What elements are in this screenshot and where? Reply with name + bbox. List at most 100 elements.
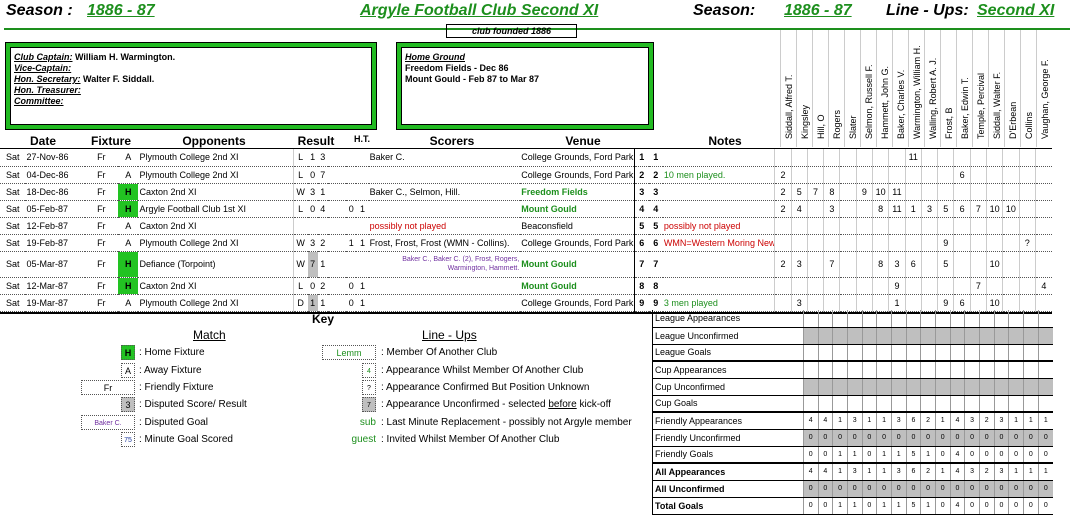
stats-value <box>949 310 965 328</box>
stats-label: League Appearances <box>653 310 804 328</box>
stats-value: 0 <box>832 480 848 498</box>
appearance-cell <box>1034 166 1052 184</box>
season-value-2: 1886 - 87 <box>784 2 852 19</box>
stats-value <box>876 327 892 345</box>
fixture-n2: 2 <box>648 166 663 184</box>
appearance-cell <box>872 294 889 312</box>
stats-value: 0 <box>964 497 980 515</box>
fixture-ha: A <box>118 294 139 312</box>
stats-value: 0 <box>993 480 1009 498</box>
fixture-res: L <box>292 149 308 167</box>
stats-value <box>949 378 965 396</box>
fixture-note <box>662 149 775 167</box>
fixture-ht1 <box>346 251 357 278</box>
stats-value <box>876 344 892 362</box>
stats-value <box>1037 395 1053 413</box>
season-label-2: Season: <box>693 2 756 19</box>
stats-value: 0 <box>905 480 921 498</box>
fixture-a: 4 <box>317 200 328 218</box>
appearance-cell <box>920 294 938 312</box>
fixture-fix: Fr <box>84 166 119 184</box>
fixture-ht1: 0 <box>346 294 357 312</box>
stats-value: 4 <box>802 463 819 481</box>
appearance-cell <box>839 149 857 167</box>
appearance-cell: 11 <box>888 183 906 201</box>
fixture-f: 3 <box>307 234 318 252</box>
appearance-cell <box>1018 149 1036 167</box>
appearance-cell: 10 <box>986 251 1003 278</box>
fixture-f: 0 <box>307 200 318 218</box>
key-sub-symbol: sub <box>359 417 376 428</box>
fixture-spacer <box>327 217 347 235</box>
appearance-cell <box>806 217 824 235</box>
appearance-cell <box>839 277 857 295</box>
stats-value <box>964 344 980 362</box>
appearance-cell <box>806 149 824 167</box>
stats-value <box>832 361 848 379</box>
appearance-cell <box>790 149 808 167</box>
player-name: Frost, B <box>944 107 954 139</box>
fixture-fix: Fr <box>84 277 119 295</box>
stats-value: 0 <box>920 480 936 498</box>
stats-value: 3 <box>964 463 980 481</box>
stats-value: 0 <box>978 497 995 515</box>
stats-value <box>817 361 833 379</box>
fixture-row: Sat 12-Mar-87 Fr H Caxton 2nd XI L 0 2 0 1 Mount G… <box>0 277 1052 295</box>
stats-label: League Goals <box>653 344 804 362</box>
appearance-cell <box>1034 149 1052 167</box>
fixture-date: 12-Mar-87 <box>25 277 85 295</box>
fixture-date: 04-Dec-86 <box>25 166 85 184</box>
appearance-cell <box>986 217 1003 235</box>
appearance-cell: 8 <box>823 183 840 201</box>
stats-value <box>890 310 907 328</box>
player-name-cell: Temple, Percival <box>972 30 988 147</box>
appearance-cell <box>1034 217 1052 235</box>
player-name: Siddall, Walter F. <box>992 71 1002 139</box>
appearance-cell <box>1034 183 1052 201</box>
appearance-cell <box>774 217 792 235</box>
key-seven-symbol: 7 <box>362 397 376 412</box>
appearance-cell: 3 <box>823 200 840 218</box>
appearance-cell: 3 <box>920 200 938 218</box>
appearance-cell <box>1034 200 1052 218</box>
appearance-cell <box>855 166 873 184</box>
appearance-cell <box>1018 277 1036 295</box>
fixture-day: Sat <box>0 149 26 167</box>
player-name: Baker, Charles V. <box>896 69 906 139</box>
fixture-note <box>662 251 775 278</box>
lineups-label: Line - Ups: <box>886 2 969 19</box>
stats-value: 1 <box>890 446 907 464</box>
player-names: Siddall, Alfred T. Kingsley Hill, O Rogers S… <box>780 30 1052 147</box>
stats-value <box>876 395 892 413</box>
player-name: Baker, Edwin T. <box>960 77 970 139</box>
player-name: Collins <box>1024 111 1034 139</box>
appearance-cell: ? <box>1018 234 1036 252</box>
stats-value <box>1037 310 1053 328</box>
player-name-cell: Collins <box>1020 30 1036 147</box>
appearance-cell: 10 <box>986 294 1003 312</box>
fixture-fix: Fr <box>84 149 119 167</box>
appearance-cell <box>969 234 987 252</box>
stats-value: 1 <box>832 412 848 430</box>
fixture-opp: Defiance (Torpoint) <box>138 251 294 278</box>
fixture-a: 2 <box>317 277 328 295</box>
stats-label: Total Goals <box>653 497 804 515</box>
appearance-cell <box>806 277 824 295</box>
stats-value <box>846 310 863 328</box>
fixture-a: 2 <box>317 234 328 252</box>
stats-value: 1 <box>832 497 848 515</box>
fixture-n2: 4 <box>648 200 663 218</box>
appearance-cell <box>839 294 857 312</box>
appearance-cell <box>986 183 1003 201</box>
stats-value <box>993 361 1009 379</box>
stats-value <box>934 361 951 379</box>
appearance-cell: 10 <box>986 200 1003 218</box>
appearance-cell: 11 <box>904 149 922 167</box>
appearance-cell <box>937 217 954 235</box>
stats-value: 0 <box>1008 429 1024 447</box>
fixture-a: 7 <box>317 166 328 184</box>
stats-value: 4 <box>802 412 819 430</box>
appearance-cell <box>855 217 873 235</box>
appearance-cell <box>855 149 873 167</box>
stats-value <box>876 310 892 328</box>
